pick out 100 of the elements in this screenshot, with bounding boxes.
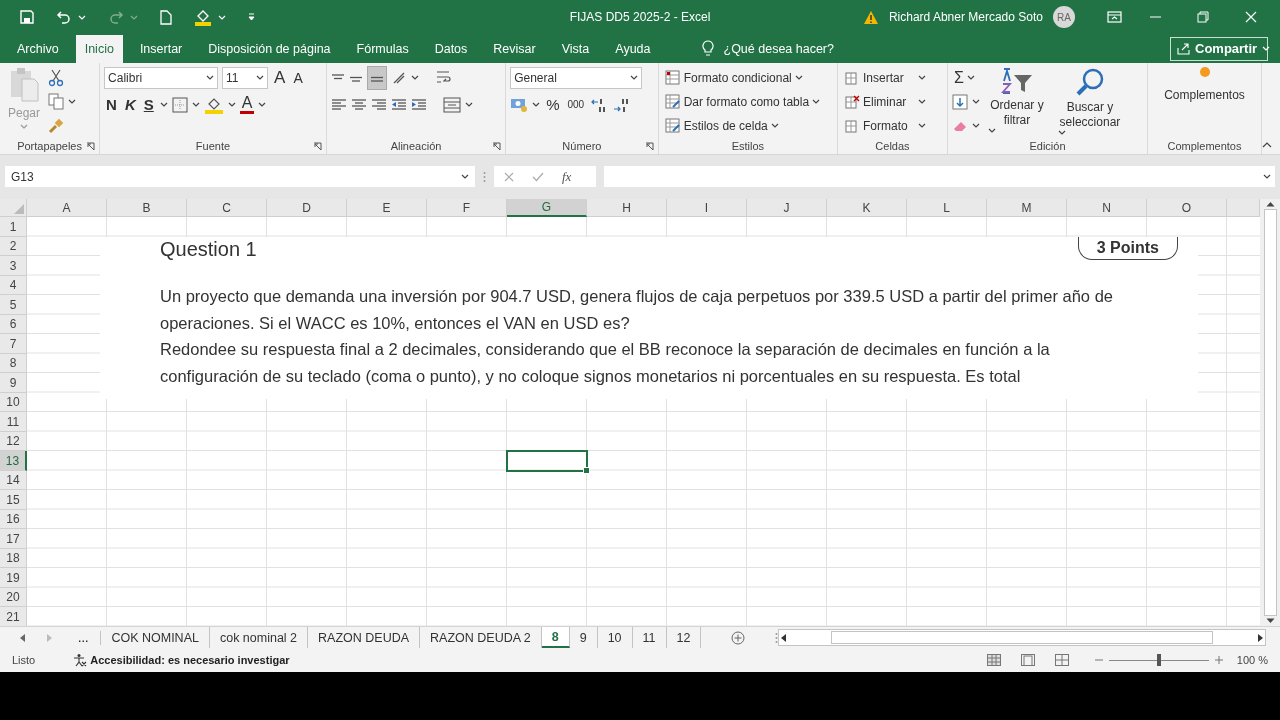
row-header[interactable]: 5 — [0, 295, 27, 315]
chevron-down-icon[interactable] — [971, 99, 980, 105]
decrease-indent-icon[interactable] — [390, 97, 407, 112]
align-center-icon[interactable] — [350, 97, 367, 112]
normal-view-icon[interactable] — [986, 654, 1001, 667]
sheet-tab[interactable]: 8 — [541, 627, 570, 649]
dialog-launcher-icon[interactable] — [644, 141, 654, 151]
dialog-launcher-icon[interactable] — [86, 141, 96, 151]
sort-filter-button[interactable]: Ordenar y filtrar — [983, 66, 1050, 138]
undo-icon[interactable] — [56, 10, 72, 25]
restore-icon[interactable] — [1197, 11, 1209, 24]
increase-font-size-button[interactable]: A — [272, 66, 288, 89]
column-header[interactable]: I — [667, 199, 747, 218]
scroll-left-icon[interactable] — [780, 633, 786, 642]
minimize-icon[interactable] — [1149, 16, 1161, 19]
active-cell[interactable] — [506, 450, 588, 472]
column-header[interactable]: O — [1147, 199, 1227, 218]
column-header[interactable]: H — [587, 199, 667, 218]
styles-menu-button[interactable]: Dar formato como tabla — [662, 90, 833, 113]
chevron-down-icon[interactable] — [1263, 174, 1271, 180]
tell-me-search[interactable]: ¿Qué desea hacer? — [723, 41, 834, 56]
chevron-down-icon[interactable] — [461, 174, 469, 180]
row-header[interactable]: 9 — [0, 373, 27, 393]
scissors-icon[interactable] — [48, 68, 65, 87]
bold-button[interactable]: N — [104, 93, 119, 116]
column-header[interactable]: E — [347, 199, 427, 218]
font-color-button[interactable]: A — [239, 95, 255, 114]
percent-style-button[interactable]: % — [544, 93, 562, 116]
column-header[interactable]: L — [907, 199, 987, 218]
page-layout-icon[interactable] — [1020, 654, 1035, 667]
customize-toolbar-icon[interactable] — [248, 13, 255, 22]
name-box[interactable]: G13 — [5, 166, 475, 188]
horizontal-scrollbar[interactable] — [777, 629, 1266, 647]
cells-menu-button[interactable]: Insertar — [842, 66, 928, 89]
column-header[interactable]: M — [987, 199, 1067, 218]
ribbon-tab[interactable]: Datos — [425, 34, 477, 63]
increase-indent-icon[interactable] — [410, 97, 427, 112]
collapse-ribbon-icon[interactable] — [1262, 141, 1272, 148]
close-icon[interactable] — [1245, 11, 1257, 24]
row-header[interactable]: 13 — [0, 451, 27, 471]
accessibility-status[interactable]: Accesibilidad: es necesario investigar — [90, 654, 290, 667]
scroll-right-icon[interactable] — [1258, 633, 1263, 642]
number-format-dropdown[interactable]: General — [510, 66, 643, 89]
chevron-down-icon[interactable] — [918, 99, 926, 105]
dialog-launcher-icon[interactable] — [312, 141, 322, 151]
cells-menu-button[interactable]: Formato — [842, 114, 928, 137]
previous-sheet-icon[interactable] — [20, 633, 25, 642]
ribbon-display-icon[interactable] — [1107, 11, 1122, 24]
row-header[interactable]: 7 — [0, 334, 27, 354]
chevron-down-icon[interactable] — [464, 102, 473, 108]
fill-down-icon[interactable] — [951, 93, 968, 110]
autosum-button[interactable]: Σ — [951, 66, 980, 89]
ribbon-tab[interactable]: Revisar — [484, 34, 545, 63]
vertical-scrollbar[interactable] — [1260, 199, 1280, 627]
font-name-dropdown[interactable]: Calibri — [104, 66, 219, 89]
row-header[interactable]: 11 — [0, 412, 27, 432]
chevron-down-icon[interactable] — [256, 75, 265, 81]
column-header[interactable]: A — [27, 199, 107, 218]
font-size-dropdown[interactable]: 11 — [222, 66, 269, 89]
cells-menu-button[interactable]: Eliminar — [842, 90, 928, 113]
column-header[interactable]: N — [1067, 199, 1147, 218]
chevron-down-icon[interactable] — [68, 99, 77, 105]
dialog-launcher-icon[interactable] — [492, 141, 502, 151]
add-ins-button[interactable]: Complementos — [1160, 66, 1249, 138]
accessibility-icon[interactable] — [73, 653, 88, 668]
decrease-decimal-icon[interactable] — [612, 96, 631, 113]
lightbulb-icon[interactable] — [701, 40, 714, 58]
chevron-down-icon[interactable] — [227, 102, 236, 108]
find-select-button[interactable]: Buscar y seleccionar — [1053, 66, 1126, 138]
column-header[interactable]: J — [747, 199, 827, 218]
row-header[interactable]: 1 — [0, 217, 27, 237]
zoom-slider-thumb[interactable] — [1156, 653, 1161, 666]
new-document-icon[interactable] — [160, 9, 172, 25]
chevron-down-icon[interactable] — [206, 75, 215, 81]
ribbon-tab[interactable]: Archivo — [8, 34, 68, 63]
chevron-down-icon[interactable] — [966, 75, 975, 81]
column-header[interactable]: C — [187, 199, 267, 218]
chevron-down-icon[interactable] — [918, 123, 926, 129]
align-top-icon[interactable] — [330, 73, 345, 82]
user-avatar[interactable]: RA — [1053, 6, 1075, 29]
ribbon-tab[interactable]: Insertar — [130, 34, 192, 63]
chevron-down-icon[interactable] — [794, 75, 803, 81]
insert-function-button[interactable]: fx — [562, 168, 572, 185]
more-sheets-button[interactable]: ... — [66, 630, 102, 645]
column-header[interactable]: D — [267, 199, 347, 218]
row-header[interactable]: 19 — [0, 568, 27, 588]
chevron-down-icon[interactable] — [918, 75, 926, 81]
chevron-down-icon[interactable] — [410, 75, 419, 81]
ribbon-tab[interactable]: Fórmulas — [347, 34, 418, 63]
align-left-icon[interactable] — [330, 97, 347, 112]
chevron-down-icon[interactable] — [630, 75, 639, 81]
styles-menu-button[interactable]: Estilos de celda — [662, 114, 833, 137]
chevron-down-icon[interactable] — [532, 102, 541, 108]
row-header[interactable]: 17 — [0, 529, 27, 549]
merge-cells-icon[interactable] — [442, 96, 461, 113]
row-header[interactable]: 3 — [0, 256, 27, 276]
chevron-down-icon[interactable] — [191, 102, 200, 108]
add-sheet-icon[interactable] — [731, 630, 745, 645]
column-header[interactable]: B — [107, 199, 187, 218]
italic-button[interactable]: K — [122, 93, 138, 116]
